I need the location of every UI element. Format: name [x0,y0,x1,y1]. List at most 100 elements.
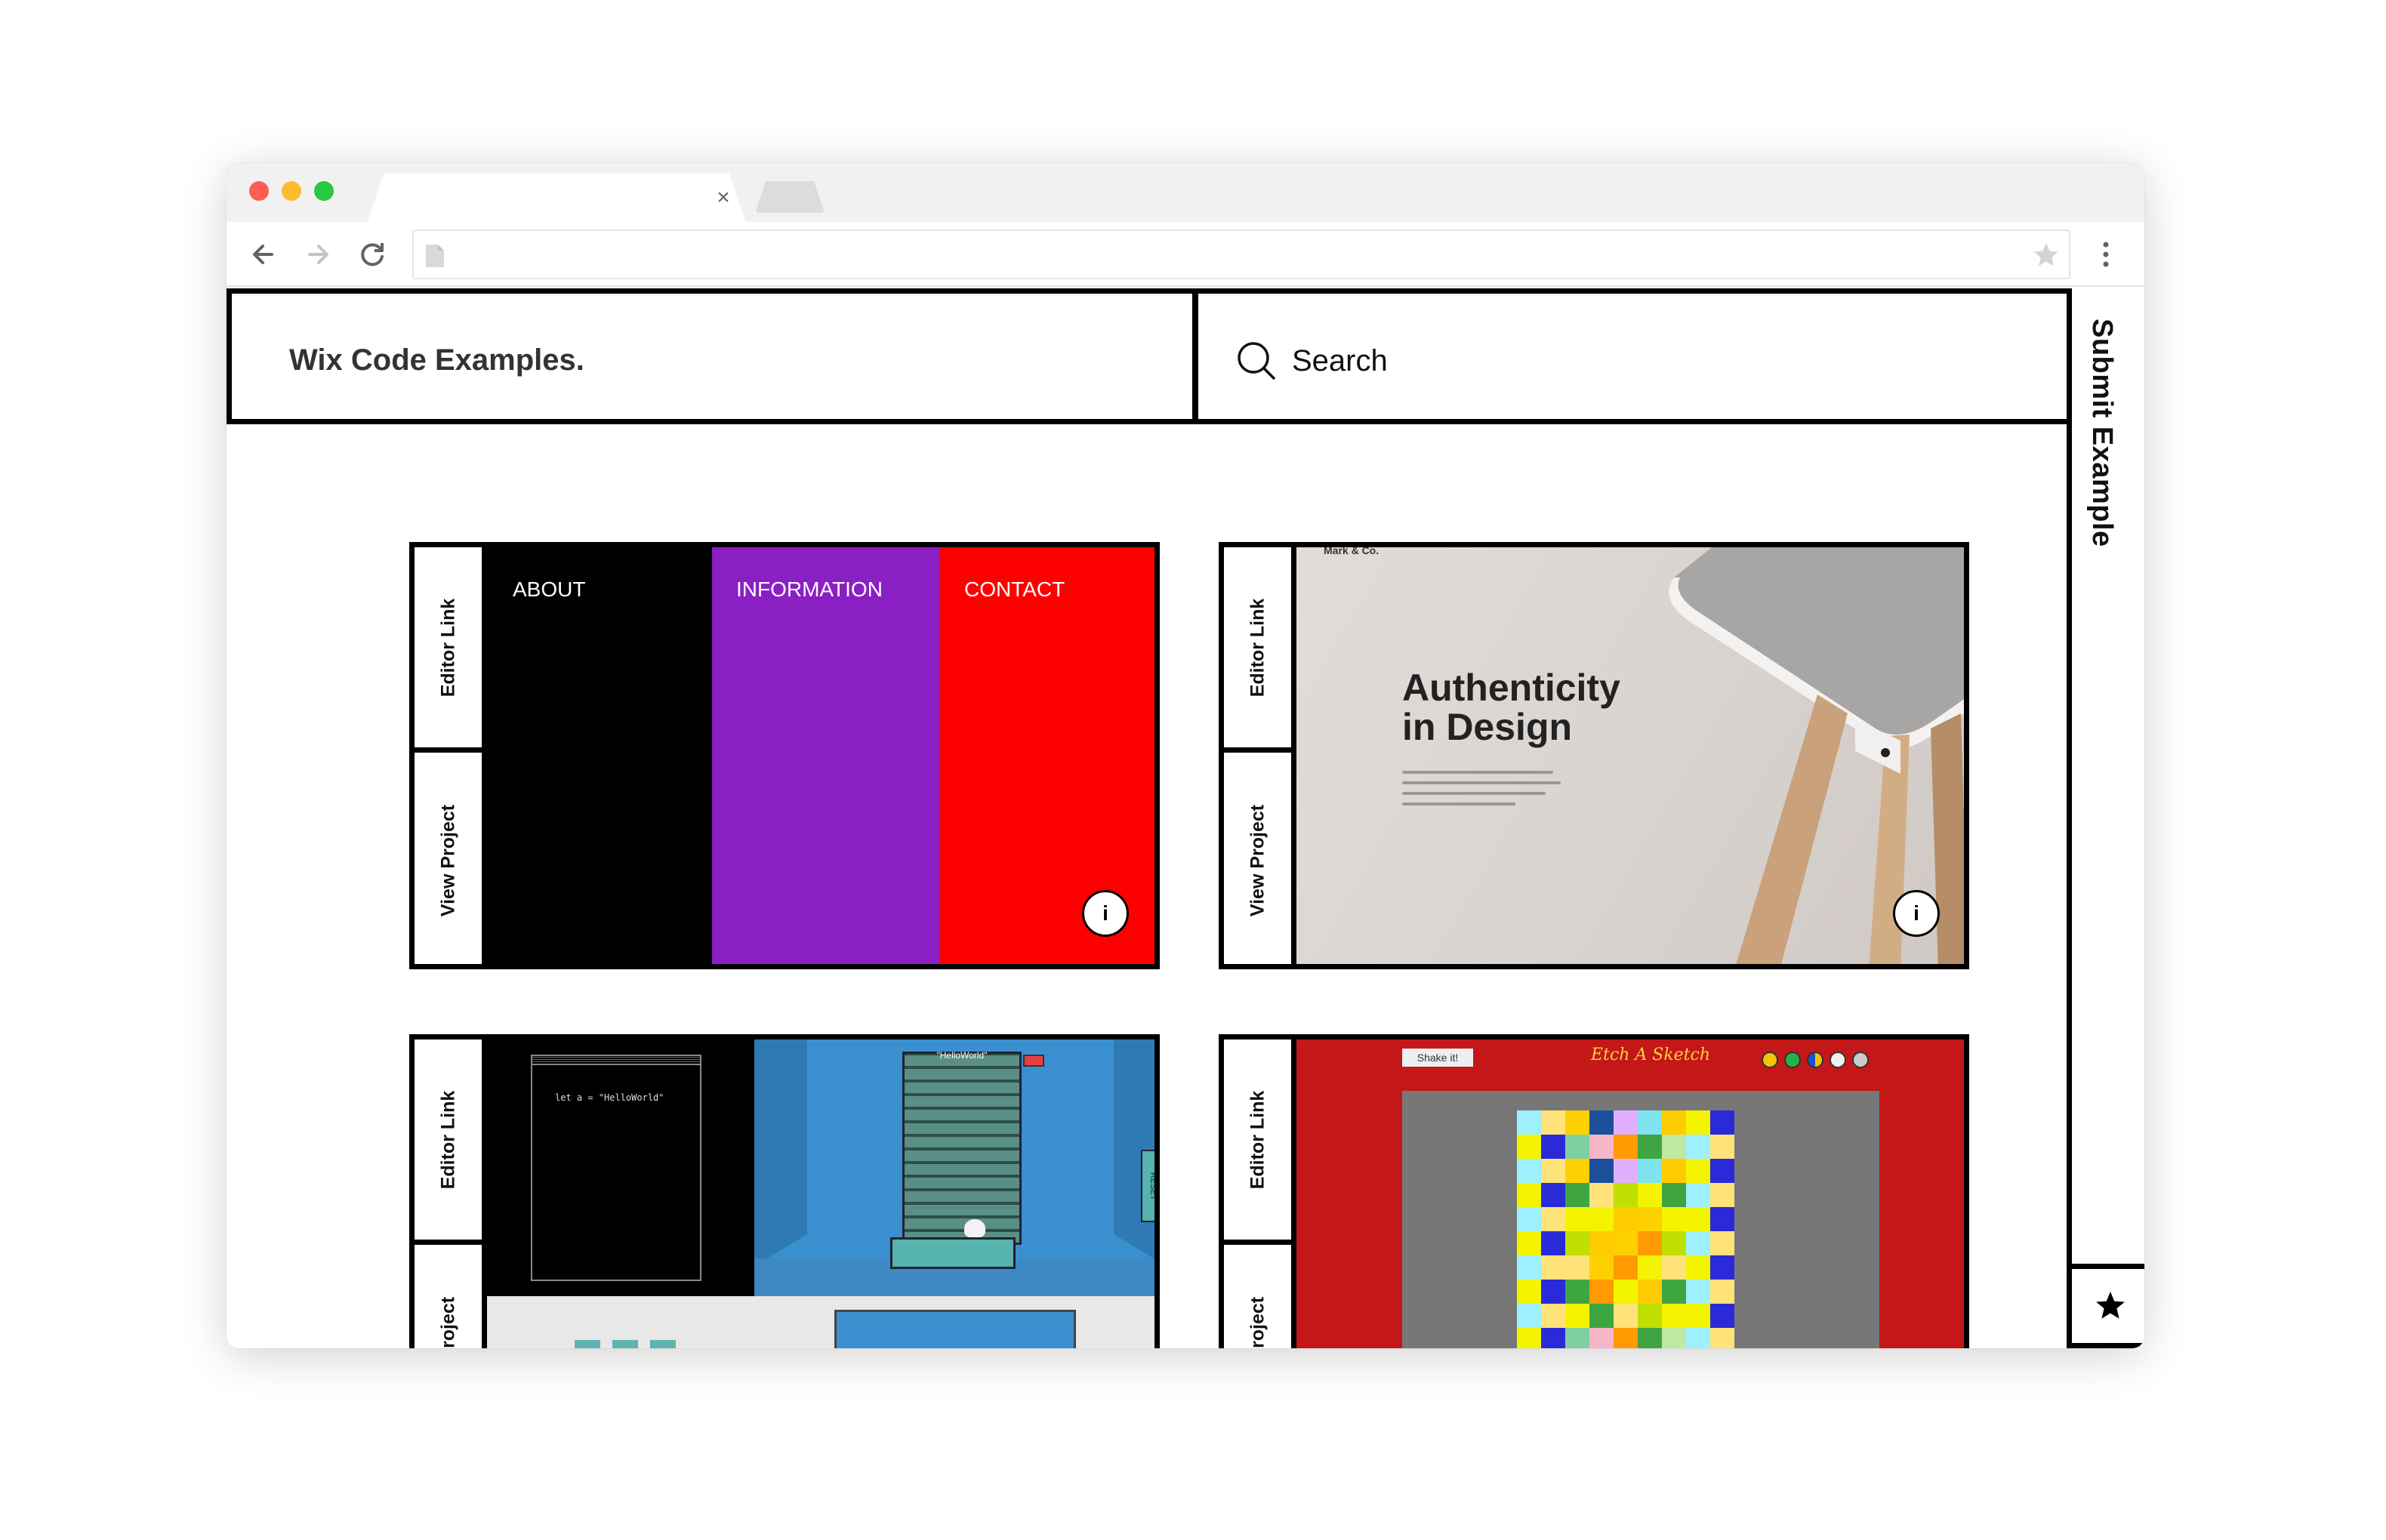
pixel-cell [1662,1328,1686,1348]
pixel-cell [1565,1280,1589,1304]
close-window-button[interactable] [249,181,269,201]
submit-example-label: Submit Example [2086,319,2118,547]
preview-code-text: let a = "HelloWorld" [555,1092,664,1103]
page-icon [424,243,445,269]
reload-icon[interactable] [353,236,391,273]
pixel-cell [1686,1183,1710,1207]
bookmark-star-icon[interactable] [2031,240,2061,270]
view-project-label: View Project [1247,804,1268,917]
pixel-cell [1638,1110,1662,1135]
search-input[interactable] [1292,336,1971,386]
pixel-cell [1589,1159,1614,1183]
pixel-cell [1517,1255,1541,1280]
editor-link-button[interactable]: Editor Link [415,547,482,753]
pixel-cell [1541,1328,1565,1348]
pixel-cell [1541,1135,1565,1159]
pixel-cell [1565,1159,1589,1183]
color-dot [1807,1052,1823,1068]
card-preview-image[interactable]: ABOUT INFORMATION CONTACT i [487,547,1154,964]
pixel-cell [1589,1110,1614,1135]
preview-shake-button: Shake it! [1402,1049,1473,1067]
pixel-cell [1638,1207,1662,1231]
pixel-cell [1638,1304,1662,1328]
preview-nav-contact: CONTACT [964,578,1065,601]
pixel-cell [1589,1207,1614,1231]
preview-column-about: ABOUT [487,547,712,964]
pixel-cell [1638,1280,1662,1304]
preview-body-text [1402,771,1568,813]
pixel-cell [1565,1255,1589,1280]
pixel-cell [1662,1110,1686,1135]
pixel-cell [1710,1304,1734,1328]
pixel-cell [1517,1328,1541,1348]
preview-space-panel: let a = "HelloWorld" [487,1040,754,1296]
minimize-window-button[interactable] [282,181,301,201]
view-project-label: View Project [1247,1297,1269,1348]
back-arrow-icon[interactable] [245,236,282,273]
pixel-cell [1565,1110,1589,1135]
pixel-cell [1686,1207,1710,1231]
maximize-window-button[interactable] [314,181,334,201]
info-button[interactable]: i [1893,890,1940,937]
browser-tab[interactable] [367,174,746,223]
view-project-button[interactable]: View Project [415,758,482,963]
preview-nav-information: INFORMATION [736,578,883,601]
tab-close-icon[interactable]: × [710,184,737,211]
site-header-brand[interactable]: Wix Code Examples. [227,288,1198,424]
pixel-cell [1541,1183,1565,1207]
pixel-cell [1638,1159,1662,1183]
color-dot [1762,1052,1778,1068]
pixel-cell [1589,1304,1614,1328]
view-project-button[interactable]: View Project [1224,1250,1291,1348]
preview-room-panel: "HelloWorld" RESET [754,1040,1154,1296]
pixel-cell [1589,1231,1614,1255]
pixel-cell [1662,1207,1686,1231]
pixel-cell [1541,1304,1565,1328]
forward-arrow-icon[interactable] [299,236,337,273]
pixel-cell [1614,1207,1638,1231]
pixel-cell [1686,1135,1710,1159]
pixel-cell [1517,1280,1541,1304]
info-button[interactable]: i [1082,890,1129,937]
card-preview-image[interactable]: Mark & Co. Authenticity in Design i [1296,547,1964,964]
pixel-cell [1686,1110,1710,1135]
editor-link-button[interactable]: Editor Link [1224,1040,1291,1245]
pixel-cell [1565,1183,1589,1207]
pixel-cell [1517,1135,1541,1159]
pixel-cell [1710,1159,1734,1183]
color-dot [1784,1052,1801,1068]
submit-example-button[interactable]: Submit Example [2072,288,2144,1262]
view-project-button[interactable]: View Project [1224,758,1291,963]
address-bar[interactable] [412,229,2070,279]
pixel-cell [1686,1159,1710,1183]
pixel-cell [1565,1304,1589,1328]
search-bar[interactable] [1193,288,2072,424]
pixel-cell [1638,1231,1662,1255]
pixel-cell [1614,1183,1638,1207]
site-logo-text: Wix Code Examples. [289,343,584,377]
view-project-button[interactable]: View Project [415,1250,482,1348]
pixel-cell [1710,1183,1734,1207]
editor-link-button[interactable]: Editor Link [415,1040,482,1245]
card-preview-image[interactable]: let a = "HelloWorld" "HelloWorld" RESET [487,1040,1154,1348]
star-icon [2096,1292,2125,1319]
favorites-button[interactable] [2072,1264,2144,1348]
pixel-cell [1662,1135,1686,1159]
pixel-cell [1517,1207,1541,1231]
pixel-cell [1710,1231,1734,1255]
card-preview-image[interactable]: Shake it! Etch A Sketch [1296,1040,1964,1348]
pixel-cell [1662,1280,1686,1304]
pixel-cell [1638,1183,1662,1207]
pixel-cell [1614,1159,1638,1183]
pixel-cell [1589,1135,1614,1159]
title-bar: × [227,163,2144,223]
pixel-cell [1638,1255,1662,1280]
browser-menu-icon[interactable] [2087,236,2125,273]
preview-bottom-panel [487,1296,1154,1348]
preview-shelf [902,1052,1022,1245]
editor-link-button[interactable]: Editor Link [1224,547,1291,753]
pixel-cell [1710,1280,1734,1304]
preview-column-information: INFORMATION [712,547,940,964]
new-tab-button[interactable] [755,181,825,213]
pixel-cell [1565,1328,1589,1348]
